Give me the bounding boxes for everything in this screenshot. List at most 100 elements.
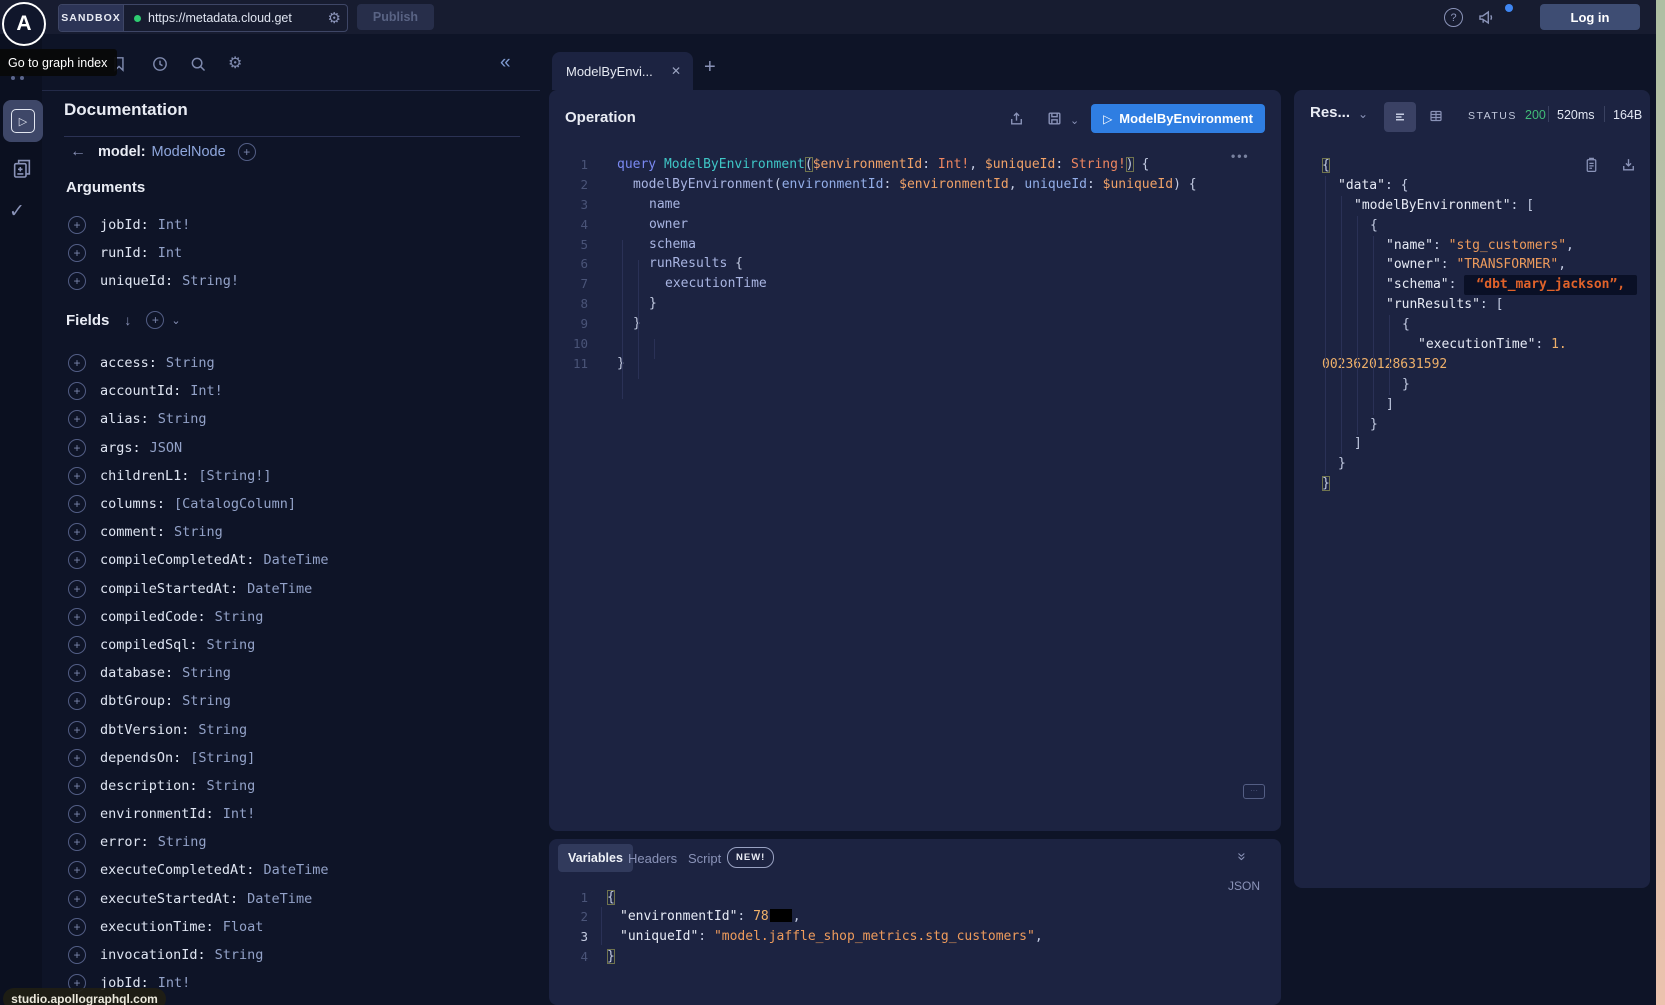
field-row[interactable]: error: String [68, 828, 520, 856]
field-name[interactable]: accountId: [100, 383, 181, 399]
field-type[interactable]: Int! [158, 975, 191, 991]
field-name[interactable]: executeStartedAt: [100, 891, 238, 907]
field-type[interactable]: String [207, 637, 256, 653]
field-name[interactable]: runId: [100, 245, 149, 261]
add-field-icon[interactable] [68, 439, 86, 457]
add-field-icon[interactable] [68, 272, 86, 290]
endpoint-url[interactable]: https://metadata.cloud.get [148, 11, 321, 25]
field-type[interactable]: [String] [190, 750, 255, 766]
field-name[interactable]: childrenL1: [100, 468, 189, 484]
field-type[interactable]: Int! [190, 383, 223, 399]
field-name[interactable]: dbtGroup: [100, 693, 173, 709]
field-row[interactable]: compiledSql: String [68, 631, 520, 659]
add-field-icon[interactable] [68, 244, 86, 262]
add-all-fields-icon[interactable] [146, 311, 164, 329]
history-icon[interactable] [151, 55, 169, 73]
add-field-icon[interactable] [68, 664, 86, 682]
field-name[interactable]: dependsOn: [100, 750, 181, 766]
operation-editor[interactable]: 1query ModelByEnvironment($environmentId… [549, 155, 1281, 374]
field-type[interactable]: Int [158, 245, 182, 261]
add-field-icon[interactable] [68, 495, 86, 513]
endpoint-url-field[interactable]: https://metadata.cloud.get ⚙ [124, 5, 347, 31]
field-name[interactable]: columns: [100, 496, 165, 512]
tab-variables[interactable]: Variables [558, 844, 633, 872]
graph-index-icon[interactable] [11, 76, 24, 80]
field-type[interactable]: Float [223, 919, 264, 935]
add-field-icon[interactable] [68, 805, 86, 823]
field-row[interactable]: invocationId: String [68, 941, 520, 969]
field-row[interactable]: alias: String [68, 405, 520, 433]
field-name[interactable]: compiledCode: [100, 609, 206, 625]
add-field-icon[interactable] [68, 636, 86, 654]
field-row[interactable]: compileStartedAt: DateTime [68, 575, 520, 603]
field-name[interactable]: uniqueId: [100, 273, 173, 289]
field-type[interactable]: JSON [150, 440, 183, 456]
add-field-icon[interactable] [68, 551, 86, 569]
add-field-icon[interactable] [68, 354, 86, 372]
add-field-icon[interactable] [68, 946, 86, 964]
field-row[interactable]: executeCompletedAt: DateTime [68, 856, 520, 884]
field-type[interactable]: DateTime [263, 552, 328, 568]
field-row[interactable]: dependsOn: [String] [68, 744, 520, 772]
field-type[interactable]: String [215, 609, 264, 625]
add-field-icon[interactable] [68, 833, 86, 851]
field-name[interactable]: error: [100, 834, 149, 850]
field-name[interactable]: executionTime: [100, 919, 214, 935]
add-field-icon[interactable] [68, 890, 86, 908]
field-row[interactable]: compileCompletedAt: DateTime [68, 546, 520, 574]
search-icon[interactable] [189, 55, 207, 73]
docs-type-name[interactable]: ModelNode [152, 144, 226, 160]
add-field-icon[interactable] [68, 580, 86, 598]
field-type[interactable]: DateTime [247, 581, 312, 597]
help-icon[interactable]: ? [1444, 8, 1463, 27]
field-type[interactable]: String [166, 355, 215, 371]
field-type[interactable]: [String!] [198, 468, 271, 484]
fields-chevron-icon[interactable]: ⌄ [171, 314, 180, 327]
publish-button[interactable]: Publish [357, 4, 434, 30]
add-field-icon[interactable] [68, 721, 86, 739]
field-row[interactable]: comment: String [68, 518, 520, 546]
announcements-icon[interactable] [1477, 8, 1496, 27]
operation-tab[interactable]: ModelByEnvi... ✕ [552, 52, 693, 90]
field-type[interactable]: String [198, 722, 247, 738]
add-field-icon[interactable] [68, 467, 86, 485]
run-operation-button[interactable]: ▷ ModelByEnvironment [1091, 104, 1265, 133]
field-type[interactable]: Int! [158, 217, 191, 233]
field-name[interactable]: database: [100, 665, 173, 681]
login-button[interactable]: Log in [1540, 4, 1640, 30]
sidebar-item-checks[interactable]: ✓ [9, 200, 25, 223]
field-row[interactable]: columns: [CatalogColumn] [68, 490, 520, 518]
field-type[interactable]: String! [182, 273, 239, 289]
variables-editor[interactable]: 1{2"environmentId": 78,3"uniqueId": "mod… [549, 888, 1281, 968]
field-name[interactable]: comment: [100, 524, 165, 540]
add-field-icon[interactable] [68, 692, 86, 710]
connection-settings-gear-icon[interactable]: ⚙ [328, 9, 341, 27]
field-row[interactable]: accountId: Int! [68, 377, 520, 405]
field-name[interactable]: access: [100, 355, 157, 371]
add-field-icon[interactable] [68, 918, 86, 936]
field-name[interactable]: description: [100, 778, 198, 794]
add-field-icon[interactable] [68, 861, 86, 879]
response-dropdown-icon[interactable]: ⌄ [1358, 107, 1368, 121]
tab-script[interactable]: Script [688, 851, 721, 866]
field-row[interactable]: uniqueId: String! [68, 267, 520, 295]
table-view-toggle[interactable] [1428, 108, 1444, 124]
close-tab-icon[interactable]: ✕ [671, 64, 681, 78]
add-field-icon[interactable] [68, 523, 86, 541]
field-name[interactable]: jobId: [100, 217, 149, 233]
sidebar-item-explorer[interactable]: ▷ [3, 100, 43, 142]
sort-down-icon[interactable]: ↓ [124, 312, 131, 328]
sidebar-item-schema[interactable] [10, 156, 34, 182]
field-type[interactable]: [CatalogColumn] [174, 496, 296, 512]
field-row[interactable]: database: String [68, 659, 520, 687]
field-name[interactable]: args: [100, 440, 141, 456]
collapse-variables-icon[interactable]: » [1234, 852, 1251, 858]
add-type-icon[interactable] [238, 143, 256, 161]
field-row[interactable]: access: String [68, 349, 520, 377]
apollo-logo-icon[interactable]: A [2, 2, 46, 46]
field-row[interactable]: executeStartedAt: DateTime [68, 885, 520, 913]
response-viewer[interactable]: {"data": {"modelByEnvironment": [{"name"… [1294, 156, 1644, 494]
field-name[interactable]: compileStartedAt: [100, 581, 238, 597]
add-field-icon[interactable] [68, 382, 86, 400]
field-name[interactable]: dbtVersion: [100, 722, 189, 738]
